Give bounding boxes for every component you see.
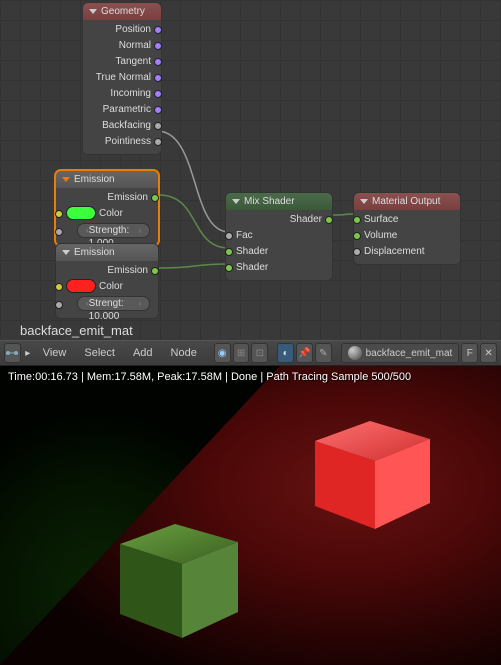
socket-emission-out[interactable] (151, 194, 159, 202)
expand-icon[interactable]: ▸ (23, 343, 33, 363)
socket-shader-out[interactable] (325, 216, 333, 224)
socket-strength[interactable] (55, 228, 63, 236)
node-header[interactable]: Material Output (354, 193, 460, 210)
material-label: backface_emit_mat (20, 323, 133, 338)
render-stats: Time:00:16.73 | Mem:17.58M, Peak:17.58M … (8, 371, 411, 383)
socket-volume[interactable] (353, 232, 361, 240)
node-mix-shader[interactable]: Mix Shader Shader Fac Shader Shader (225, 192, 333, 281)
menu-view[interactable]: View (35, 347, 75, 359)
socket-color[interactable] (55, 210, 63, 218)
socket-position[interactable] (154, 26, 162, 34)
socket-parametric[interactable] (154, 106, 162, 114)
shader-type-line-icon[interactable]: ⊡ (251, 343, 268, 363)
socket-backfacing[interactable] (154, 122, 162, 130)
node-header[interactable]: Geometry (83, 3, 161, 20)
node-header[interactable]: Emission (56, 171, 158, 188)
socket-shader-1[interactable] (225, 248, 233, 256)
menu-select[interactable]: Select (76, 347, 123, 359)
menu-node[interactable]: Node (163, 347, 205, 359)
socket-displacement[interactable] (353, 248, 361, 256)
color-swatch[interactable] (66, 279, 96, 293)
strength-field[interactable]: ‹Strength: 1.000› (77, 223, 150, 238)
socket-color[interactable] (55, 283, 63, 291)
socket-true-normal[interactable] (154, 74, 162, 82)
socket-strength[interactable] (55, 301, 63, 309)
node-header[interactable]: Emission (56, 244, 158, 261)
color-swatch[interactable] (66, 206, 96, 220)
node-emission-1[interactable]: Emission Emission Color ‹Strength: 1.000… (55, 170, 159, 246)
rendered-image (0, 366, 501, 665)
node-header[interactable]: Mix Shader (226, 193, 332, 210)
material-name: backface_emit_mat (366, 348, 453, 359)
node-emission-2[interactable]: Emission Emission Color ‹Strengt: 10.000… (55, 243, 159, 319)
unlink-button[interactable]: ✕ (480, 343, 497, 363)
socket-incoming[interactable] (154, 90, 162, 98)
shader-type-object-icon[interactable]: ◉ (214, 343, 231, 363)
strength-field[interactable]: ‹Strengt: 10.000› (77, 296, 150, 311)
socket-tangent[interactable] (154, 58, 162, 66)
socket-emission-out[interactable] (151, 267, 159, 275)
socket-shader-2[interactable] (225, 264, 233, 272)
material-selector[interactable]: backface_emit_mat (341, 343, 460, 363)
node-material-output[interactable]: Material Output Surface Volume Displacem… (353, 192, 461, 265)
fake-user-button[interactable]: F (461, 343, 478, 363)
node-editor-header: ▸ View Select Add Node ◉ ⊞ ⊡ ◐ 📌 ✎ backf… (0, 340, 501, 366)
node-geometry[interactable]: Geometry Position Normal Tangent True No… (82, 2, 162, 155)
socket-surface[interactable] (353, 216, 361, 224)
shader-type-world-icon[interactable]: ⊞ (233, 343, 250, 363)
socket-pointiness[interactable] (154, 138, 162, 146)
menu-add[interactable]: Add (125, 347, 161, 359)
render-view[interactable]: Time:00:16.73 | Mem:17.58M, Peak:17.58M … (0, 366, 501, 665)
editor-type-selector[interactable] (4, 343, 21, 363)
use-nodes-icon[interactable]: ◐ (277, 343, 294, 363)
backdrop-icon[interactable]: ✎ (315, 343, 332, 363)
material-preview-icon (348, 346, 362, 360)
socket-fac[interactable] (225, 232, 233, 240)
socket-normal[interactable] (154, 42, 162, 50)
node-editor[interactable]: Geometry Position Normal Tangent True No… (0, 0, 501, 340)
pin-icon[interactable]: 📌 (296, 343, 313, 363)
